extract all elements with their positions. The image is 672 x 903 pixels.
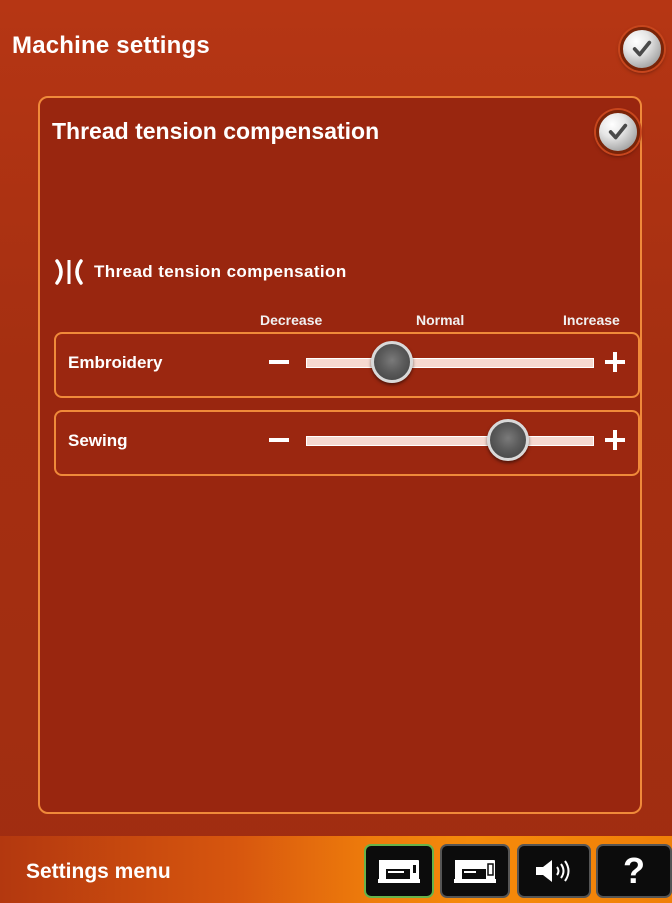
sound-icon — [536, 860, 570, 882]
decrease-label: Decrease — [260, 312, 323, 328]
panel-title: Thread tension compensation — [52, 118, 380, 144]
increase-label: Increase — [563, 312, 620, 328]
footer-bar: Settings menu ? — [0, 836, 672, 903]
thread-tension-panel: Thread tension compensation Thread tensi… — [38, 96, 642, 814]
sewing-machine-icon — [378, 860, 420, 883]
checkmark-icon — [632, 40, 652, 57]
header: Machine settings — [0, 0, 672, 96]
machine-settings-button[interactable] — [364, 844, 434, 898]
section-heading: Thread tension compensation — [54, 258, 347, 286]
help-icon: ? — [623, 850, 645, 891]
slider-label: Sewing — [68, 431, 128, 450]
slider-knob[interactable] — [486, 419, 529, 461]
slider-knob[interactable] — [371, 341, 414, 383]
embroidery-settings-button[interactable] — [440, 844, 510, 898]
settings-screen: Machine settings Thread tension compensa… — [0, 0, 672, 903]
checkmark-icon — [608, 123, 628, 140]
settings-menu-title: Settings menu — [26, 860, 171, 883]
increase-button[interactable] — [601, 348, 629, 376]
embroidery-tension-slider: Embroidery — [54, 332, 640, 398]
help-button[interactable]: ? — [596, 844, 672, 898]
slider-track[interactable] — [306, 358, 594, 368]
close-settings-button[interactable] — [620, 27, 664, 71]
sound-settings-button[interactable] — [517, 844, 591, 898]
close-panel-button[interactable] — [596, 110, 640, 154]
slider-label: Embroidery — [68, 353, 163, 372]
sewing-tension-slider: Sewing — [54, 410, 640, 476]
page-title: Machine settings — [12, 32, 210, 59]
increase-button[interactable] — [601, 426, 629, 454]
thread-tension-icon — [54, 258, 84, 286]
decrease-button[interactable] — [266, 426, 292, 454]
minus-icon — [269, 438, 289, 442]
section-label: Thread tension compensation — [94, 262, 347, 281]
minus-icon — [269, 360, 289, 364]
normal-label: Normal — [416, 312, 465, 328]
slider-track[interactable] — [306, 436, 594, 446]
decrease-button[interactable] — [266, 348, 292, 376]
sewing-machine-embroidery-icon — [454, 860, 496, 883]
